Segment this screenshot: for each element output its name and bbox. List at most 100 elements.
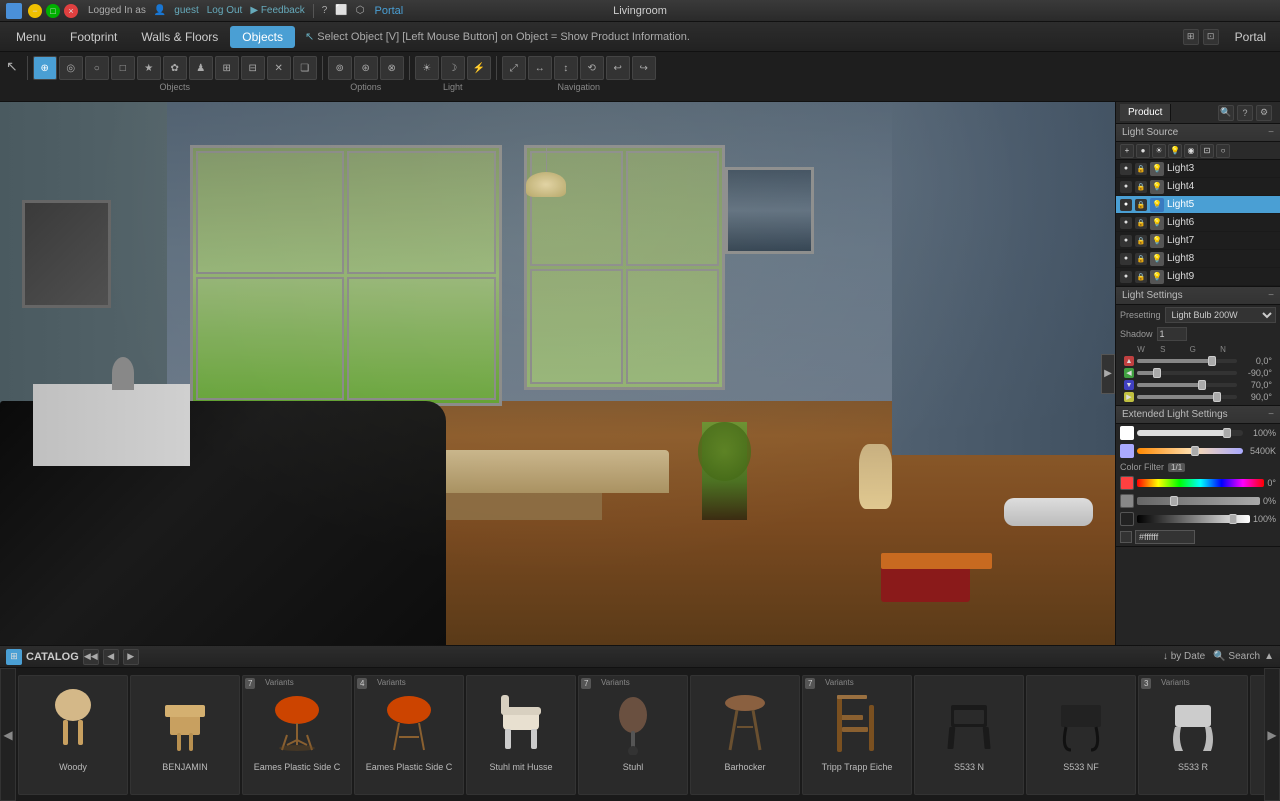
view-btn-1[interactable]: ⊞	[1183, 29, 1199, 45]
catalog-search[interactable]: 🔍 Search	[1213, 651, 1260, 662]
catalog-item-tripp[interactable]: 7 Variants Tripp Trapp Eiche	[802, 675, 912, 795]
ext-slider-intensity[interactable]	[1137, 430, 1243, 436]
light5-lock[interactable]: 🔒	[1135, 199, 1147, 211]
toolbar-btn-redo[interactable]: ↪	[632, 56, 656, 80]
shadow-input[interactable]	[1157, 327, 1187, 341]
slider-bar-s[interactable]	[1137, 371, 1237, 375]
extended-collapse[interactable]: −	[1268, 409, 1274, 420]
rainbow-bar[interactable]	[1137, 479, 1264, 487]
light6-lock[interactable]: 🔒	[1135, 217, 1147, 229]
slider-bar-g[interactable]	[1137, 383, 1237, 387]
extended-light-header[interactable]: Extended Light Settings −	[1116, 406, 1280, 424]
toolbar-btn-plant[interactable]: ✿	[163, 56, 187, 80]
panel-collapse-btn[interactable]: ▶	[1101, 354, 1115, 394]
catalog-item-eames1[interactable]: 7 Variants Eames Plastic Side C	[242, 675, 352, 795]
hex-checkbox[interactable]	[1120, 531, 1132, 543]
view-btn-2[interactable]: ⊡	[1203, 29, 1219, 45]
val-swatch[interactable]	[1120, 512, 1134, 526]
toolbar-btn-box[interactable]: □	[111, 56, 135, 80]
toolbar-btn-sphere[interactable]: ○	[85, 56, 109, 80]
light-item-light7[interactable]: ● 🔒 💡 Light7	[1116, 232, 1280, 250]
light-area-icon[interactable]: ⊡	[1200, 144, 1214, 158]
light5-eye[interactable]: ●	[1120, 199, 1132, 211]
presetting-select[interactable]: Light Bulb 200W	[1165, 307, 1276, 323]
light9-lock[interactable]: 🔒	[1135, 271, 1147, 283]
toolbar-btn-opt1[interactable]: ⊚	[328, 56, 352, 80]
light-item-light9[interactable]: ● 🔒 💡 Light9	[1116, 268, 1280, 286]
menu-item-menu[interactable]: Menu	[4, 26, 58, 48]
light-eye-icon[interactable]: ●	[1136, 144, 1150, 158]
menu-item-walls-floors[interactable]: Walls & Floors	[129, 26, 230, 48]
light-settings-header[interactable]: Light Settings −	[1116, 287, 1280, 305]
window-maximize[interactable]: □	[46, 4, 60, 18]
light4-lock[interactable]: 🔒	[1135, 181, 1147, 193]
val-slider[interactable]	[1137, 515, 1250, 523]
light4-eye[interactable]: ●	[1120, 181, 1132, 193]
light3-lock[interactable]: 🔒	[1135, 163, 1147, 175]
panel-icon-settings[interactable]: ⚙	[1256, 105, 1272, 121]
sat-swatch[interactable]	[1120, 494, 1134, 508]
light-bulb-icon[interactable]: 💡	[1168, 144, 1182, 158]
light-sun-icon[interactable]: ☀	[1152, 144, 1166, 158]
toolbar-btn-opt2[interactable]: ⊛	[354, 56, 378, 80]
slider-bar-w[interactable]	[1137, 359, 1237, 363]
light7-lock[interactable]: 🔒	[1135, 235, 1147, 247]
toolbar-btn-opt3[interactable]: ⊗	[380, 56, 404, 80]
toolbar-btn-nav4[interactable]: ⟲	[580, 56, 604, 80]
light-add-icon[interactable]: +	[1120, 144, 1134, 158]
light6-eye[interactable]: ●	[1120, 217, 1132, 229]
toolbar-btn-light1[interactable]: ☀	[415, 56, 439, 80]
catalog-scroll-right[interactable]: ▶	[1264, 668, 1280, 801]
light-source-header[interactable]: Light Source −	[1116, 124, 1280, 142]
catalog-nav-prev[interactable]: ◀	[103, 649, 119, 665]
toolbar-btn-delete[interactable]: ✕	[267, 56, 291, 80]
light-item-light8[interactable]: ● 🔒 💡 Light8	[1116, 250, 1280, 268]
feedback-link[interactable]: ▶ Feedback	[250, 5, 304, 16]
slider-bar-n[interactable]	[1137, 395, 1237, 399]
light-spot-icon[interactable]: ◉	[1184, 144, 1198, 158]
toolbar-btn-nav1[interactable]: ⤢	[502, 56, 526, 80]
light-env-icon[interactable]: ○	[1216, 144, 1230, 158]
light-source-collapse[interactable]: −	[1268, 127, 1274, 138]
sat-slider[interactable]	[1137, 497, 1260, 505]
panel-icon-question[interactable]: ?	[1237, 105, 1253, 121]
toolbar-btn-light2[interactable]: ☽	[441, 56, 465, 80]
toolbar-btn-undo[interactable]: ↩	[606, 56, 630, 80]
catalog-nav-next[interactable]: ▶	[123, 649, 139, 665]
help-link[interactable]: ?	[322, 5, 328, 16]
toolbar-btn-select[interactable]: ⊕	[33, 56, 57, 80]
viewport[interactable]: ▶	[0, 102, 1115, 645]
catalog-item-s533n[interactable]: S533 N	[914, 675, 1024, 795]
toolbar-btn-orbit[interactable]: ◎	[59, 56, 83, 80]
hue-swatch[interactable]	[1120, 476, 1134, 490]
toolbar-btn-copy[interactable]: ❏	[293, 56, 317, 80]
light-item-light5[interactable]: ● 🔒 💡 Light5	[1116, 196, 1280, 214]
light9-eye[interactable]: ●	[1120, 271, 1132, 283]
light7-eye[interactable]: ●	[1120, 235, 1132, 247]
ext-slider-colortemp[interactable]	[1137, 448, 1243, 454]
catalog-item-s533r[interactable]: 3 Variants S533 R	[1138, 675, 1248, 795]
window-close[interactable]: ×	[64, 4, 78, 18]
light-settings-collapse[interactable]: −	[1268, 290, 1274, 301]
username[interactable]: guest	[174, 5, 198, 16]
menu-item-objects[interactable]: Objects	[230, 26, 295, 48]
light3-eye[interactable]: ●	[1120, 163, 1132, 175]
toolbar-btn-light-add[interactable]: ★	[137, 56, 161, 80]
catalog-nav-first[interactable]: ◀◀	[83, 649, 99, 665]
light-item-light4[interactable]: ● 🔒 💡 Light4	[1116, 178, 1280, 196]
panel-icon-search[interactable]: 🔍	[1218, 105, 1234, 121]
toolbar-btn-person[interactable]: ♟	[189, 56, 213, 80]
toolbar-btn-light3[interactable]: ⚡	[467, 56, 491, 80]
toolbar-btn-nav3[interactable]: ↕	[554, 56, 578, 80]
toolbar-btn-multi[interactable]: ⊞	[215, 56, 239, 80]
catalog-scroll-left[interactable]: ◀	[0, 668, 16, 801]
window-minimize[interactable]: −	[28, 4, 42, 18]
catalog-item-stuhl[interactable]: 7 Variants Stuhl	[578, 675, 688, 795]
light-item-light6[interactable]: ● 🔒 💡 Light6	[1116, 214, 1280, 232]
hex-input[interactable]	[1135, 530, 1195, 544]
catalog-item-benjamin[interactable]: BENJAMIN	[130, 675, 240, 795]
toolbar-btn-nav2[interactable]: ↔	[528, 56, 552, 80]
portal-btn[interactable]: Portal	[1225, 26, 1276, 48]
portal-label[interactable]: Portal	[374, 5, 403, 17]
toolbar-btn-array[interactable]: ⊟	[241, 56, 265, 80]
